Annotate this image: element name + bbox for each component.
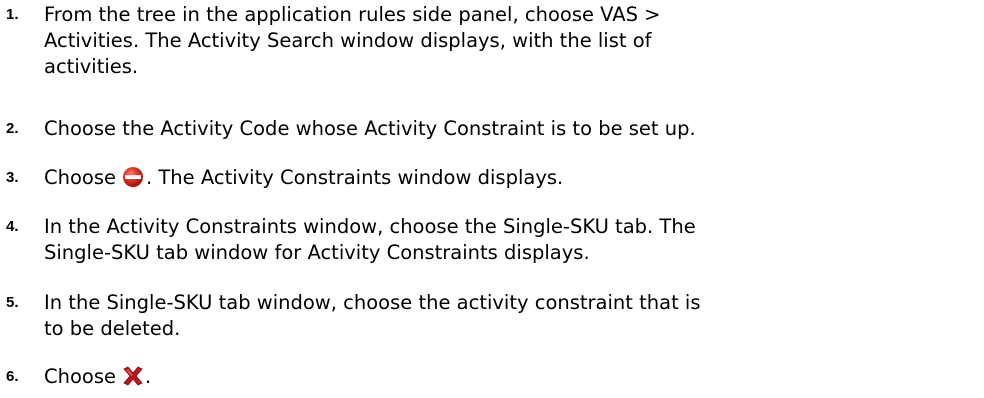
- step-number: 3.: [6, 169, 19, 186]
- step-line: Choose . The Activity Constraints window…: [44, 165, 964, 195]
- step-suffix: . The Activity Constraints window displa…: [146, 166, 564, 189]
- remove-icon: [116, 165, 146, 195]
- step-line: Activities. The Activity Search window d…: [44, 29, 652, 52]
- step-text: In the Activity Constraints window, choo…: [44, 214, 964, 266]
- step-suffix: .: [145, 365, 152, 388]
- step-prefix: Choose: [44, 365, 116, 388]
- step-line: activities.: [44, 55, 139, 78]
- step-number: 5.: [6, 294, 19, 311]
- step-number: 6.: [6, 368, 19, 385]
- step-text: In the Single-SKU tab window, choose the…: [44, 290, 964, 342]
- step-text: From the tree in the application rules s…: [44, 2, 964, 80]
- step-number: 4.: [6, 218, 19, 235]
- step-line: In the Activity Constraints window, choo…: [44, 215, 696, 238]
- step-line: From the tree in the application rules s…: [44, 3, 661, 26]
- step-line: Single-SKU tab window for Activity Const…: [44, 241, 590, 264]
- step-line: In the Single-SKU tab window, choose the…: [44, 291, 701, 314]
- step-number: 1.: [6, 6, 19, 23]
- step-line: Choose the Activity Code whose Activity …: [44, 117, 696, 140]
- step-text: Choose .: [44, 364, 964, 393]
- step-line: Choose .: [44, 364, 964, 393]
- step-prefix: Choose: [44, 166, 116, 189]
- step-line: to be deleted.: [44, 317, 181, 340]
- step-text: Choose the Activity Code whose Activity …: [44, 116, 964, 142]
- step-text: Choose . The Activity Constraints window…: [44, 165, 964, 195]
- delete-x-icon: [116, 364, 145, 393]
- procedure-steps: 1. From the tree in the application rule…: [0, 0, 984, 398]
- step-number: 2.: [6, 120, 19, 137]
